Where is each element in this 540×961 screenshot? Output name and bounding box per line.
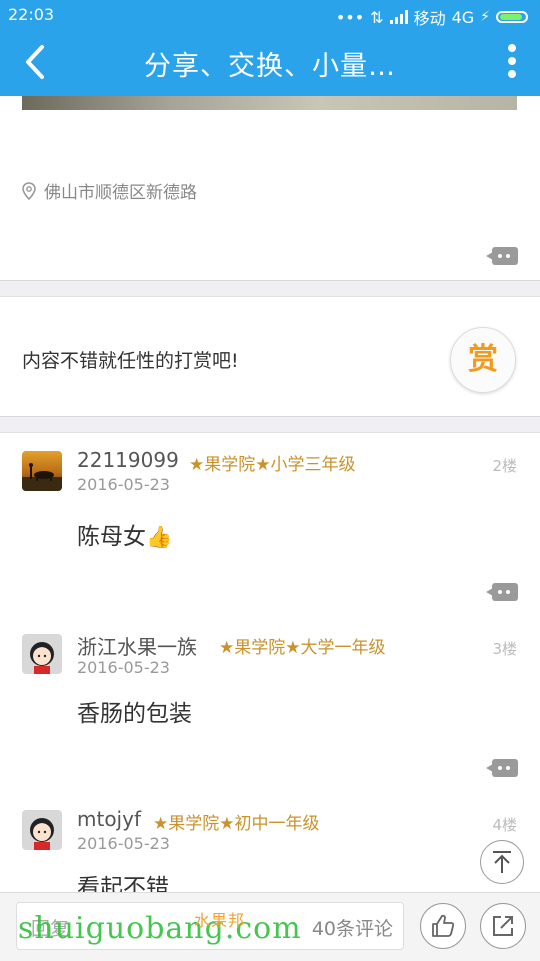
share-button[interactable]	[480, 903, 526, 949]
user-level-badge: ★果学院★初中一年级	[153, 814, 320, 834]
comment-date: 2016-05-23	[77, 834, 170, 853]
status-indicators: ••• ⇅ 移动 4G ⚡	[336, 5, 528, 29]
post-image[interactable]	[22, 96, 517, 110]
status-bar: 22:03 ••• ⇅ 移动 4G ⚡	[0, 0, 540, 30]
charging-icon: ⚡	[480, 9, 490, 25]
watermark-text: shuiguobang.com	[18, 911, 302, 946]
arrow-up-icon	[493, 851, 511, 873]
watermark-logo-text: 水果邦	[194, 911, 246, 930]
cartoon-girl-avatar-icon	[30, 818, 54, 850]
comment-icon[interactable]	[486, 583, 518, 601]
comment-date: 2016-05-23	[77, 658, 170, 677]
post-location[interactable]: 佛山市顺德区新德路	[22, 178, 197, 203]
signal-icon	[389, 10, 408, 24]
like-button[interactable]	[420, 903, 466, 949]
floor-number: 4楼	[492, 816, 517, 834]
comment-username[interactable]: 22119099	[77, 448, 179, 472]
carrier-label: 移动	[413, 9, 446, 28]
floor-number: 3楼	[492, 640, 517, 658]
thumbs-up-icon	[432, 914, 455, 937]
avatar[interactable]	[22, 451, 62, 491]
thumbs-up-emoji-icon: 👍	[146, 525, 173, 549]
location-pin-icon	[22, 181, 36, 200]
comment-icon[interactable]	[486, 247, 518, 265]
comment-icon[interactable]	[486, 759, 518, 777]
battery-icon	[496, 11, 528, 23]
bottom-bar: 回复 40条评论 shuiguobang.com 水果邦	[0, 892, 540, 961]
location-text: 佛山市顺德区新德路	[44, 183, 197, 203]
cartoon-girl-avatar-icon	[30, 642, 54, 674]
app-header: 分享、交换、小量…	[0, 30, 540, 96]
comment-username[interactable]: 浙江水果一族	[77, 631, 197, 660]
avatar[interactable]	[22, 634, 62, 674]
comment-text: 陈母女👍	[77, 517, 172, 551]
comment-text: 香肠的包装	[77, 701, 192, 727]
avatar[interactable]	[22, 810, 62, 850]
page-title: 分享、交换、小量…	[144, 51, 396, 82]
post-content: 佛山市顺德区新德路	[0, 96, 540, 281]
comment-list: 22119099 ★果学院★小学三年级 2016-05-23 2楼 陈母女👍 浙…	[0, 432, 540, 901]
comment-count[interactable]: 40条评论	[312, 914, 393, 941]
comment-username[interactable]: mtojyf	[77, 807, 141, 831]
comment-date: 2016-05-23	[77, 475, 170, 494]
reward-section: 内容不错就任性的打赏吧! 赏	[0, 296, 540, 417]
comment-text-body: 陈母女	[77, 524, 146, 550]
reward-button[interactable]: 赏	[450, 327, 516, 393]
data-transfer-icon: ⇅	[370, 7, 384, 27]
site-watermark: shuiguobang.com 水果邦	[18, 911, 302, 946]
scroll-to-top-button[interactable]	[480, 840, 524, 884]
share-icon	[493, 916, 513, 936]
farmer-buffalo-avatar-icon	[22, 463, 62, 491]
more-menu-icon[interactable]	[504, 44, 520, 84]
reward-prompt: 内容不错就任性的打赏吧!	[22, 350, 239, 372]
network-label: 4G	[451, 7, 475, 27]
status-time: 22:03	[8, 5, 55, 24]
floor-number: 2楼	[492, 457, 517, 475]
more-notifications-icon: •••	[335, 7, 365, 27]
user-level-badge: ★果学院★小学三年级	[189, 455, 356, 475]
user-level-badge: ★果学院★大学一年级	[219, 638, 386, 658]
